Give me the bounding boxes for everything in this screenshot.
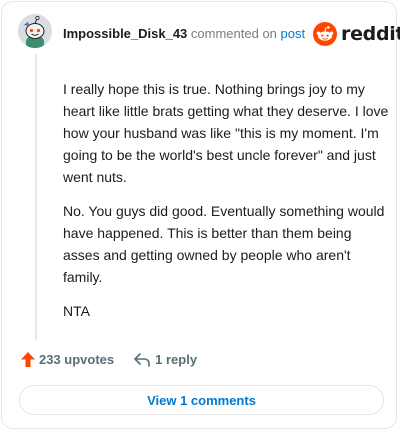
reddit-wordmark: reddit	[341, 23, 400, 45]
comment-header: Impossible_Disk_43 commented on post	[63, 26, 305, 42]
upvotes-count: 233 upvotes	[39, 352, 115, 367]
reply-count: 1 reply	[155, 352, 198, 367]
commented-on-text: commented on	[190, 26, 277, 41]
comment-actions: 233 upvotes 1 reply	[21, 352, 197, 367]
view-comments-button[interactable]: View 1 comments	[19, 385, 384, 415]
reddit-logo[interactable]: reddit	[313, 22, 400, 46]
comment-body: I really hope this is true. Nothing brin…	[63, 78, 389, 334]
reply-button[interactable]: 1 reply	[134, 352, 197, 367]
avatar[interactable]	[18, 14, 52, 48]
comment-paragraph: I really hope this is true. Nothing brin…	[63, 81, 389, 185]
thread-line[interactable]	[35, 54, 37, 340]
upvote-arrow-icon	[21, 352, 35, 367]
reply-arrow-icon	[134, 352, 150, 367]
comment-paragraph: No. You guys did good. Eventually someth…	[63, 203, 385, 285]
upvote-button[interactable]: 233 upvotes	[21, 352, 114, 367]
snoo-avatar-icon	[18, 14, 52, 48]
reddit-snoo-icon	[313, 22, 337, 46]
comment-paragraph: NTA	[63, 303, 90, 319]
comment-card: Impossible_Disk_43 commented on post red…	[1, 1, 400, 429]
username[interactable]: Impossible_Disk_43	[63, 26, 187, 41]
post-link[interactable]: post	[281, 26, 306, 41]
